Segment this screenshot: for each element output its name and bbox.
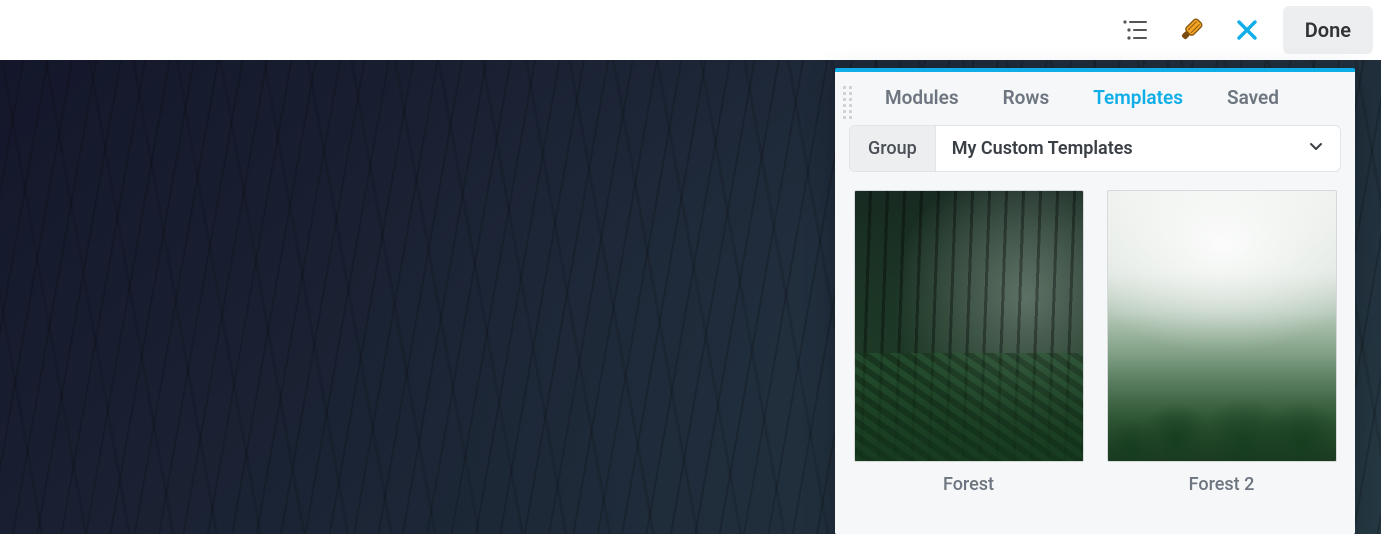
template-caption: Forest xyxy=(943,474,994,495)
panel-tabs: Modules Rows Templates Saved xyxy=(835,72,1355,125)
group-dropdown[interactable]: My Custom Templates xyxy=(936,126,1340,171)
group-selector: Group My Custom Templates xyxy=(849,125,1341,172)
template-card-forest[interactable]: Forest xyxy=(853,190,1084,495)
content-panel: Modules Rows Templates Saved Group My Cu… xyxy=(835,68,1355,534)
list-outline-icon xyxy=(1122,19,1148,41)
template-card-forest-2[interactable]: Forest 2 xyxy=(1106,190,1337,495)
chevron-down-icon xyxy=(1308,138,1324,159)
tab-rows[interactable]: Rows xyxy=(1003,86,1050,109)
template-thumbnail xyxy=(854,190,1084,462)
group-label: Group xyxy=(850,126,936,171)
done-button[interactable]: Done xyxy=(1283,6,1373,54)
template-caption: Forest 2 xyxy=(1189,474,1255,495)
close-x-icon xyxy=(1235,18,1259,42)
paintbrush-icon xyxy=(1177,16,1205,44)
tab-modules[interactable]: Modules xyxy=(885,86,959,109)
tab-templates[interactable]: Templates xyxy=(1093,86,1183,109)
done-button-label: Done xyxy=(1305,18,1351,42)
template-thumbnail xyxy=(1107,190,1337,462)
tab-saved[interactable]: Saved xyxy=(1227,86,1279,109)
templates-grid: Forest Forest 2 xyxy=(835,190,1355,513)
outline-tree-button[interactable] xyxy=(1107,2,1163,58)
paintbrush-button[interactable] xyxy=(1163,2,1219,58)
group-selected-value: My Custom Templates xyxy=(952,138,1133,159)
close-panel-button[interactable] xyxy=(1219,2,1275,58)
panel-drag-handle[interactable] xyxy=(843,86,853,119)
top-toolbar: Done xyxy=(0,0,1381,60)
